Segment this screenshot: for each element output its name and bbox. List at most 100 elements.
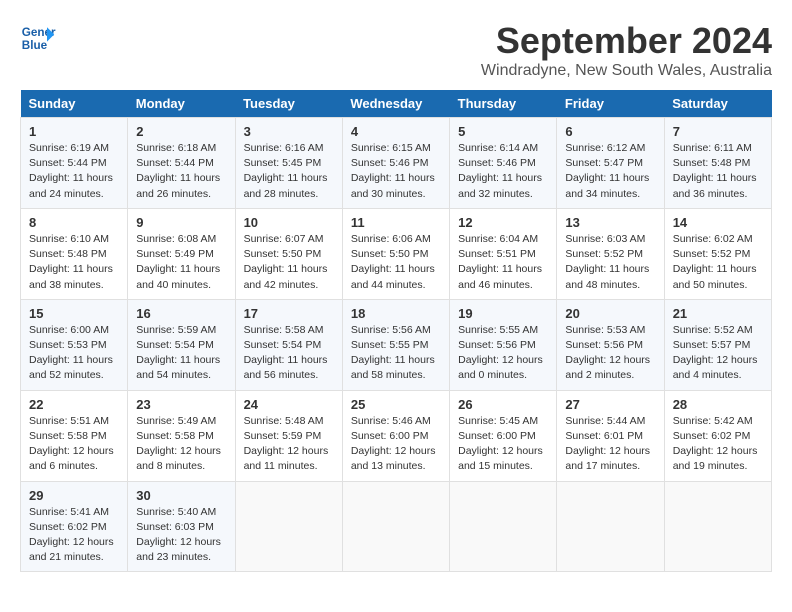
cell-content: Sunrise: 6:16 AMSunset: 5:45 PMDaylight:… (244, 141, 334, 202)
cell-line: Sunset: 5:54 PM (136, 338, 226, 353)
cell-line: Daylight: 11 hours (29, 171, 119, 186)
cell-content: Sunrise: 6:19 AMSunset: 5:44 PMDaylight:… (29, 141, 119, 202)
cell-line: Daylight: 11 hours (351, 262, 441, 277)
cell-line: Sunrise: 5:56 AM (351, 323, 441, 338)
day-number: 14 (673, 215, 763, 230)
location-title: Windradyne, New South Wales, Australia (481, 62, 772, 80)
cell-line: and 46 minutes. (458, 278, 548, 293)
day-number: 7 (673, 124, 763, 139)
cell-line: and 26 minutes. (136, 187, 226, 202)
cell-line: Daylight: 11 hours (458, 171, 548, 186)
day-number: 22 (29, 397, 119, 412)
cell-line: Daylight: 11 hours (351, 353, 441, 368)
calendar-cell (342, 481, 449, 572)
cell-line: Sunset: 6:03 PM (136, 520, 226, 535)
cell-line: Daylight: 11 hours (29, 353, 119, 368)
weekday-header-sunday: Sunday (21, 90, 128, 118)
cell-line: Sunset: 5:53 PM (29, 338, 119, 353)
cell-line: Sunrise: 6:16 AM (244, 141, 334, 156)
cell-line: Daylight: 12 hours (673, 353, 763, 368)
cell-line: Sunset: 6:02 PM (29, 520, 119, 535)
cell-line: Sunrise: 5:52 AM (673, 323, 763, 338)
calendar-cell: 13Sunrise: 6:03 AMSunset: 5:52 PMDayligh… (557, 208, 664, 299)
week-row-5: 29 Sunrise: 5:41 AMSunset: 6:02 PM Dayligh… (21, 481, 772, 572)
calendar-cell: 14Sunrise: 6:02 AMSunset: 5:52 PMDayligh… (664, 208, 771, 299)
cell-line: Sunrise: 5:51 AM (29, 414, 119, 429)
cell-line: Sunset: 5:55 PM (351, 338, 441, 353)
cell-line: Sunrise: 5:42 AM (673, 414, 763, 429)
day-number: 30 (136, 488, 226, 503)
cell-line: Daylight: 11 hours (673, 262, 763, 277)
cell-content: Sunrise: 5:48 AMSunset: 5:59 PMDaylight:… (244, 414, 334, 475)
cell-content: Sunrise: 6:15 AMSunset: 5:46 PMDaylight:… (351, 141, 441, 202)
day-number: 6 (565, 124, 655, 139)
cell-content: Sunrise: 6:11 AMSunset: 5:48 PMDaylight:… (673, 141, 763, 202)
calendar-table: SundayMondayTuesdayWednesdayThursdayFrid… (20, 90, 772, 572)
day-number: 21 (673, 306, 763, 321)
calendar-cell: 12Sunrise: 6:04 AMSunset: 5:51 PMDayligh… (450, 208, 557, 299)
cell-line: Sunset: 5:52 PM (673, 247, 763, 262)
cell-line: Sunrise: 6:15 AM (351, 141, 441, 156)
cell-content: Sunrise: 5:40 AMSunset: 6:03 PMDaylight:… (136, 505, 226, 566)
cell-line: Sunrise: 6:06 AM (351, 232, 441, 247)
cell-line: Daylight: 12 hours (136, 535, 226, 550)
cell-line: and 4 minutes. (673, 368, 763, 383)
cell-line: and 50 minutes. (673, 278, 763, 293)
cell-line: Sunset: 5:59 PM (244, 429, 334, 444)
cell-line: Sunrise: 6:18 AM (136, 141, 226, 156)
day-number: 3 (244, 124, 334, 139)
calendar-cell: 5 Sunrise: 6:14 AMSunset: 5:46 PMDaylight… (450, 118, 557, 209)
cell-content: Sunrise: 5:42 AMSunset: 6:02 PMDaylight:… (673, 414, 763, 475)
cell-line: and 0 minutes. (458, 368, 548, 383)
cell-line: Sunset: 6:01 PM (565, 429, 655, 444)
cell-line: Sunrise: 5:41 AM (29, 505, 119, 520)
week-row-3: 15 Sunrise: 6:00 AMSunset: 5:53 PMDayligh… (21, 299, 772, 390)
day-number: 2 (136, 124, 226, 139)
cell-content: Sunrise: 5:59 AMSunset: 5:54 PMDaylight:… (136, 323, 226, 384)
calendar-cell: 6 Sunrise: 6:12 AMSunset: 5:47 PMDaylight… (557, 118, 664, 209)
cell-line: Sunrise: 6:12 AM (565, 141, 655, 156)
cell-line: and 34 minutes. (565, 187, 655, 202)
cell-content: Sunrise: 6:06 AMSunset: 5:50 PMDaylight:… (351, 232, 441, 293)
title-area: September 2024 Windradyne, New South Wal… (481, 20, 772, 80)
cell-line: Sunrise: 5:59 AM (136, 323, 226, 338)
cell-line: Daylight: 11 hours (29, 262, 119, 277)
calendar-cell: 9Sunrise: 6:08 AMSunset: 5:49 PMDaylight… (128, 208, 235, 299)
cell-line: Daylight: 12 hours (565, 444, 655, 459)
calendar-cell: 8Sunrise: 6:10 AMSunset: 5:48 PMDaylight… (21, 208, 128, 299)
cell-line: Sunrise: 6:19 AM (29, 141, 119, 156)
cell-line: Sunset: 5:46 PM (351, 156, 441, 171)
day-number: 1 (29, 124, 119, 139)
day-number: 10 (244, 215, 334, 230)
day-number: 29 (29, 488, 119, 503)
cell-line: Sunrise: 5:49 AM (136, 414, 226, 429)
cell-content: Sunrise: 6:14 AMSunset: 5:46 PMDaylight:… (458, 141, 548, 202)
cell-line: Sunset: 5:57 PM (673, 338, 763, 353)
cell-line: Daylight: 11 hours (136, 353, 226, 368)
cell-content: Sunrise: 6:12 AMSunset: 5:47 PMDaylight:… (565, 141, 655, 202)
day-number: 27 (565, 397, 655, 412)
cell-line: and 30 minutes. (351, 187, 441, 202)
cell-line: and 56 minutes. (244, 368, 334, 383)
cell-line: Daylight: 12 hours (29, 444, 119, 459)
cell-content: Sunrise: 6:00 AMSunset: 5:53 PMDaylight:… (29, 323, 119, 384)
cell-line: and 52 minutes. (29, 368, 119, 383)
day-number: 15 (29, 306, 119, 321)
cell-line: and 28 minutes. (244, 187, 334, 202)
cell-line: Sunset: 6:00 PM (458, 429, 548, 444)
svg-text:Blue: Blue (22, 39, 48, 52)
cell-line: Daylight: 12 hours (136, 444, 226, 459)
cell-line: Sunset: 5:56 PM (565, 338, 655, 353)
cell-content: Sunrise: 6:08 AMSunset: 5:49 PMDaylight:… (136, 232, 226, 293)
cell-content: Sunrise: 6:07 AMSunset: 5:50 PMDaylight:… (244, 232, 334, 293)
cell-line: and 8 minutes. (136, 459, 226, 474)
day-number: 5 (458, 124, 548, 139)
day-number: 23 (136, 397, 226, 412)
cell-line: Sunset: 5:52 PM (565, 247, 655, 262)
calendar-cell: 17Sunrise: 5:58 AMSunset: 5:54 PMDayligh… (235, 299, 342, 390)
day-number: 11 (351, 215, 441, 230)
cell-line: Sunset: 5:56 PM (458, 338, 548, 353)
cell-line: Daylight: 12 hours (351, 444, 441, 459)
calendar-cell: 30 Sunrise: 5:40 AMSunset: 6:03 PMDayligh… (128, 481, 235, 572)
cell-line: Sunset: 5:58 PM (29, 429, 119, 444)
